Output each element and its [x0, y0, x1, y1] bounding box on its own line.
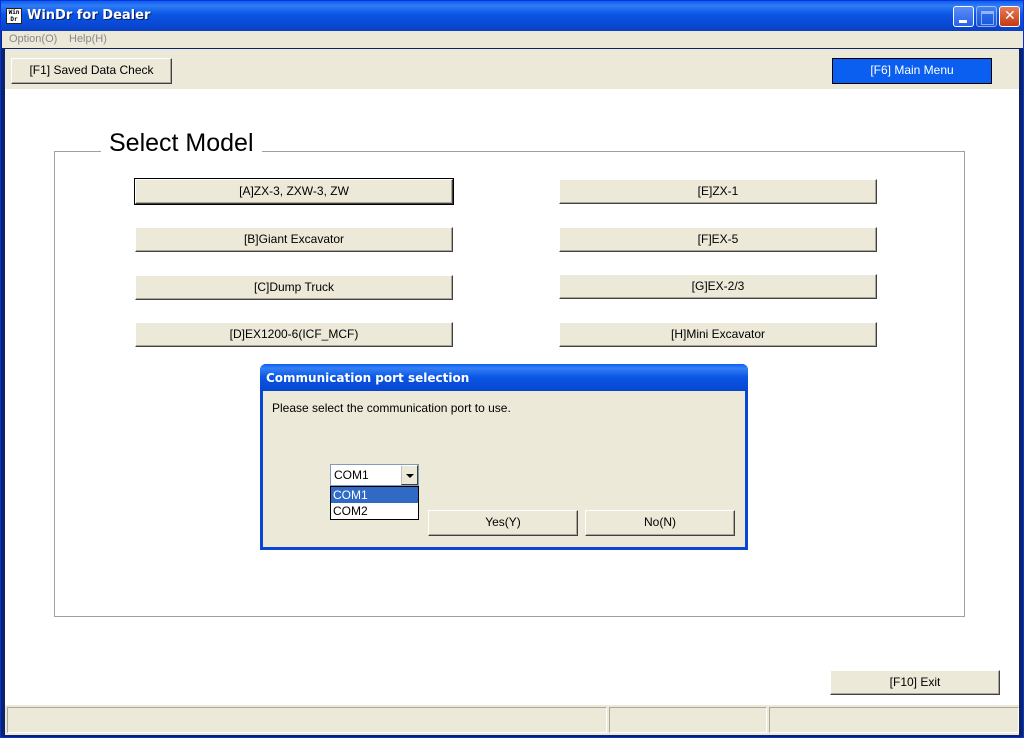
- port-selection-dialog: Communication port selection Please sele…: [260, 364, 748, 550]
- chevron-down-icon[interactable]: [401, 465, 418, 485]
- main-menu-button[interactable]: [F6] Main Menu: [832, 58, 992, 84]
- port-option-com2[interactable]: COM2: [331, 503, 418, 519]
- menu-help[interactable]: Help(H): [69, 33, 107, 45]
- select-model-title: Select Model: [101, 129, 262, 158]
- port-combobox[interactable]: COM1: [330, 464, 419, 486]
- maximize-button[interactable]: [976, 6, 997, 27]
- status-bar: [5, 705, 1019, 735]
- model-button-h[interactable]: [H]Mini Excavator: [559, 322, 877, 347]
- model-button-f[interactable]: [F]EX-5: [559, 227, 877, 252]
- menu-option[interactable]: Option(O): [9, 33, 57, 45]
- model-button-e[interactable]: [E]ZX-1: [559, 179, 877, 204]
- port-dropdown-list: COM1 COM2: [330, 486, 419, 520]
- title-bar[interactable]: Win Dr WinDr for Dealer ✕: [1, 1, 1023, 31]
- model-button-g[interactable]: [G]EX-2/3: [559, 274, 877, 299]
- menu-bar: Option(O) Help(H): [2, 31, 1023, 48]
- close-icon: ✕: [1004, 8, 1016, 24]
- model-button-c[interactable]: [C]Dump Truck: [135, 275, 453, 300]
- minimize-button[interactable]: [953, 6, 974, 27]
- dialog-message: Please select the communication port to …: [272, 401, 511, 415]
- window-title: WinDr for Dealer: [27, 8, 151, 23]
- status-panel-1: [7, 707, 607, 733]
- model-button-d[interactable]: [D]EX1200-6(ICF_MCF): [135, 322, 453, 347]
- status-panel-2: [609, 707, 767, 733]
- model-button-a[interactable]: [A]ZX-3, ZXW-3, ZW: [134, 178, 454, 205]
- exit-button[interactable]: [F10] Exit: [830, 670, 1000, 695]
- combo-value: COM1: [334, 468, 369, 482]
- dialog-title-bar[interactable]: Communication port selection: [260, 364, 748, 391]
- app-window: Win Dr WinDr for Dealer ✕ Option(O) Help…: [0, 0, 1024, 738]
- saved-data-check-button[interactable]: [F1] Saved Data Check: [11, 58, 172, 84]
- port-option-com1[interactable]: COM1: [331, 487, 418, 503]
- yes-button[interactable]: Yes(Y): [428, 510, 578, 536]
- app-icon: Win Dr: [6, 8, 22, 24]
- dialog-title: Communication port selection: [266, 371, 470, 385]
- status-panel-3: [769, 707, 1019, 733]
- model-button-b[interactable]: [B]Giant Excavator: [135, 227, 453, 252]
- close-button[interactable]: ✕: [999, 6, 1020, 27]
- no-button[interactable]: No(N): [585, 510, 735, 536]
